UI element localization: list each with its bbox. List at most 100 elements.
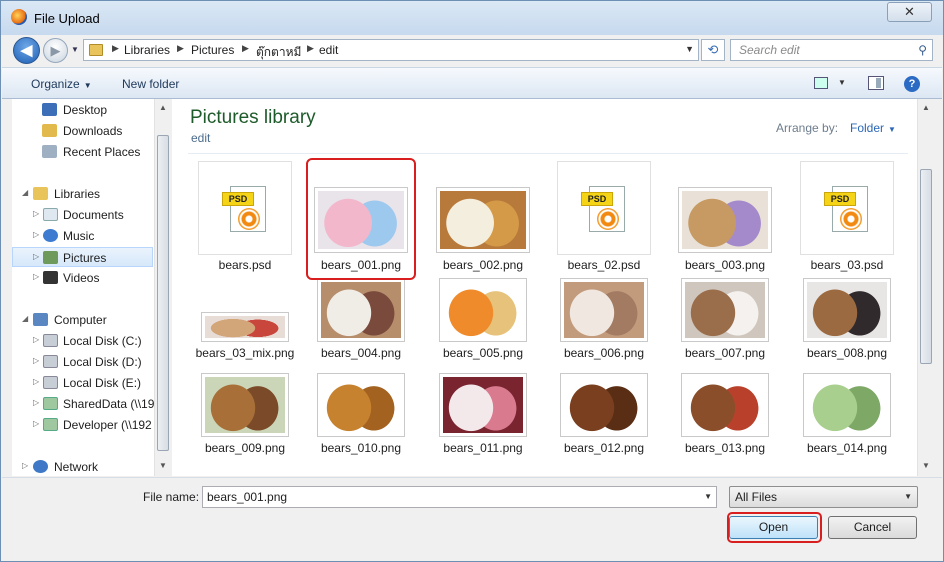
sidebar-item-music[interactable]: ▷ Music [12,226,153,246]
expand-arrow-icon[interactable]: ▷ [33,377,39,386]
address-dropdown-icon[interactable]: ▼ [685,44,694,54]
window-title: File Upload [34,11,100,26]
sidebar-item-local-disk-c[interactable]: ▷ Local Disk (C:) [12,331,153,351]
file-upload-dialog: File Upload ✕ ◀ ▶ ▼ ▶ Libraries ▶ Pictur… [0,0,944,562]
scrollbar-thumb[interactable] [157,135,169,451]
file-tile[interactable]: bears_006.png [546,274,662,384]
expand-arrow-icon[interactable]: ▷ [33,209,39,218]
scroll-down-icon[interactable]: ▼ [922,461,930,470]
file-thumbnail: PSD [198,161,292,255]
content-scrollbar[interactable]: ▲ ▼ [917,99,934,476]
file-tile[interactable]: bears_008.png [789,274,905,384]
breadcrumb-edit[interactable]: edit [319,43,338,57]
new-folder-button[interactable]: New folder [122,77,179,91]
videos-icon [43,271,58,284]
sidebar-item-videos[interactable]: ▷ Videos [12,268,153,288]
back-button[interactable]: ◀ [13,37,40,64]
expand-arrow-icon[interactable]: ▷ [33,419,39,428]
scroll-up-icon[interactable]: ▲ [922,103,930,112]
network-drive-icon [43,397,58,410]
recent-pages-chevron-icon[interactable]: ▼ [71,45,79,54]
file-tile[interactable]: bears_010.png [303,369,419,476]
expand-arrow-icon[interactable]: ▷ [33,252,39,261]
footer-panel: File name: bears_001.png ▼ All Files ▼ O… [2,477,942,561]
sidebar-item-libraries[interactable]: ◢ Libraries [12,184,153,204]
breadcrumb-separator-icon[interactable]: ▶ [177,43,184,54]
file-tile[interactable]: bears_011.png [425,369,541,476]
file-tile[interactable]: bears_009.png [187,369,303,476]
sidebar-item-computer[interactable]: ◢ Computer [12,310,153,330]
documents-icon [43,208,58,221]
sidebar-item-label: Downloads [63,124,123,138]
arrange-by-dropdown[interactable]: Folder ▼ [850,121,896,135]
cancel-button[interactable]: Cancel [828,516,917,539]
file-thumbnail [560,373,648,437]
search-box[interactable]: Search edit ⚲ [730,39,933,61]
expand-arrow-icon[interactable]: ▷ [33,398,39,407]
sidebar-item-pictures[interactable]: ▷ Pictures [12,247,153,267]
downloads-icon [42,124,57,137]
file-tile[interactable]: bears_007.png [667,274,783,384]
sidebar-item-local-disk-d[interactable]: ▷ Local Disk (D:) [12,352,153,372]
sidebar-item-documents[interactable]: ▷ Documents [12,205,153,225]
sidebar-item-developer[interactable]: ▷ Developer (\\192 [12,415,153,435]
file-tile[interactable]: bears_03_mix.png [187,274,303,384]
collapse-arrow-icon[interactable]: ◢ [22,188,28,197]
expand-arrow-icon[interactable]: ▷ [33,230,39,239]
file-tile[interactable]: bears_014.png [789,369,905,476]
open-button-highlight [727,512,822,543]
address-bar[interactable]: ▶ Libraries ▶ Pictures ▶ ตุ๊กตาหมี ▶ edi… [83,39,699,61]
breadcrumb-separator-icon[interactable]: ▶ [307,43,314,54]
library-subtitle: edit [191,131,211,145]
file-tile[interactable]: bears_005.png [425,274,541,384]
scrollbar-thumb[interactable] [920,169,932,364]
breadcrumb-folder[interactable]: ตุ๊กตาหมี [256,43,301,62]
network-drive-icon [43,418,58,431]
scroll-up-icon[interactable]: ▲ [159,103,167,112]
sidebar-item-downloads[interactable]: Downloads [12,121,153,141]
breadcrumb-pictures[interactable]: Pictures [191,43,234,57]
expand-arrow-icon[interactable]: ▷ [33,272,39,281]
file-tile[interactable]: PSD bears_02.psd [546,161,662,272]
file-thumbnail [681,278,769,342]
close-button[interactable]: ✕ [887,2,932,22]
sidebar-item-shareddata[interactable]: ▷ SharedData (\\19 [12,394,154,414]
change-view-icon[interactable] [814,77,828,89]
file-name-label: bears_009.png [204,441,286,455]
file-tile[interactable]: PSD bears.psd [187,161,303,272]
disk-icon [43,334,58,347]
file-tile[interactable]: bears_002.png [425,161,541,272]
forward-button[interactable]: ▶ [43,38,68,63]
sidebar-item-recent-places[interactable]: Recent Places [12,142,153,162]
expand-arrow-icon[interactable]: ▷ [22,461,28,470]
search-input[interactable]: Search edit [739,43,800,57]
disk-icon [43,355,58,368]
file-tile[interactable]: bears_012.png [546,369,662,476]
file-tile[interactable]: PSD bears_03.psd [789,161,905,272]
file-tile[interactable]: bears_003.png [667,161,783,272]
breadcrumb-separator-icon[interactable]: ▶ [112,43,119,54]
expand-arrow-icon[interactable]: ▷ [33,356,39,365]
file-name-value[interactable]: bears_001.png [207,490,287,504]
file-tile[interactable]: bears_013.png [667,369,783,476]
sidebar-item-desktop[interactable]: Desktop [12,100,153,120]
search-icon[interactable]: ⚲ [918,43,927,57]
file-type-select[interactable]: All Files ▼ [729,486,918,508]
preview-pane-icon[interactable] [868,76,884,90]
view-options-chevron-icon[interactable]: ▼ [838,78,846,87]
file-name-dropdown-icon[interactable]: ▼ [704,492,712,501]
sidebar-item-network[interactable]: ▷ Network [12,457,153,476]
organize-button[interactable]: Organize ▼ [31,77,92,91]
sidebar-item-local-disk-e[interactable]: ▷ Local Disk (E:) [12,373,153,393]
breadcrumb-separator-icon[interactable]: ▶ [242,43,249,54]
file-name-field[interactable]: bears_001.png ▼ [202,486,717,508]
breadcrumb-libraries[interactable]: Libraries [124,43,170,57]
scroll-down-icon[interactable]: ▼ [159,461,167,470]
folder-icon [89,44,103,56]
help-icon[interactable]: ? [904,76,920,92]
expand-arrow-icon[interactable]: ▷ [33,335,39,344]
file-tile[interactable]: bears_004.png [303,274,419,384]
collapse-arrow-icon[interactable]: ◢ [22,314,28,323]
navigation-scrollbar[interactable]: ▲ ▼ [154,99,171,476]
refresh-button[interactable]: ⟲ [701,39,725,61]
